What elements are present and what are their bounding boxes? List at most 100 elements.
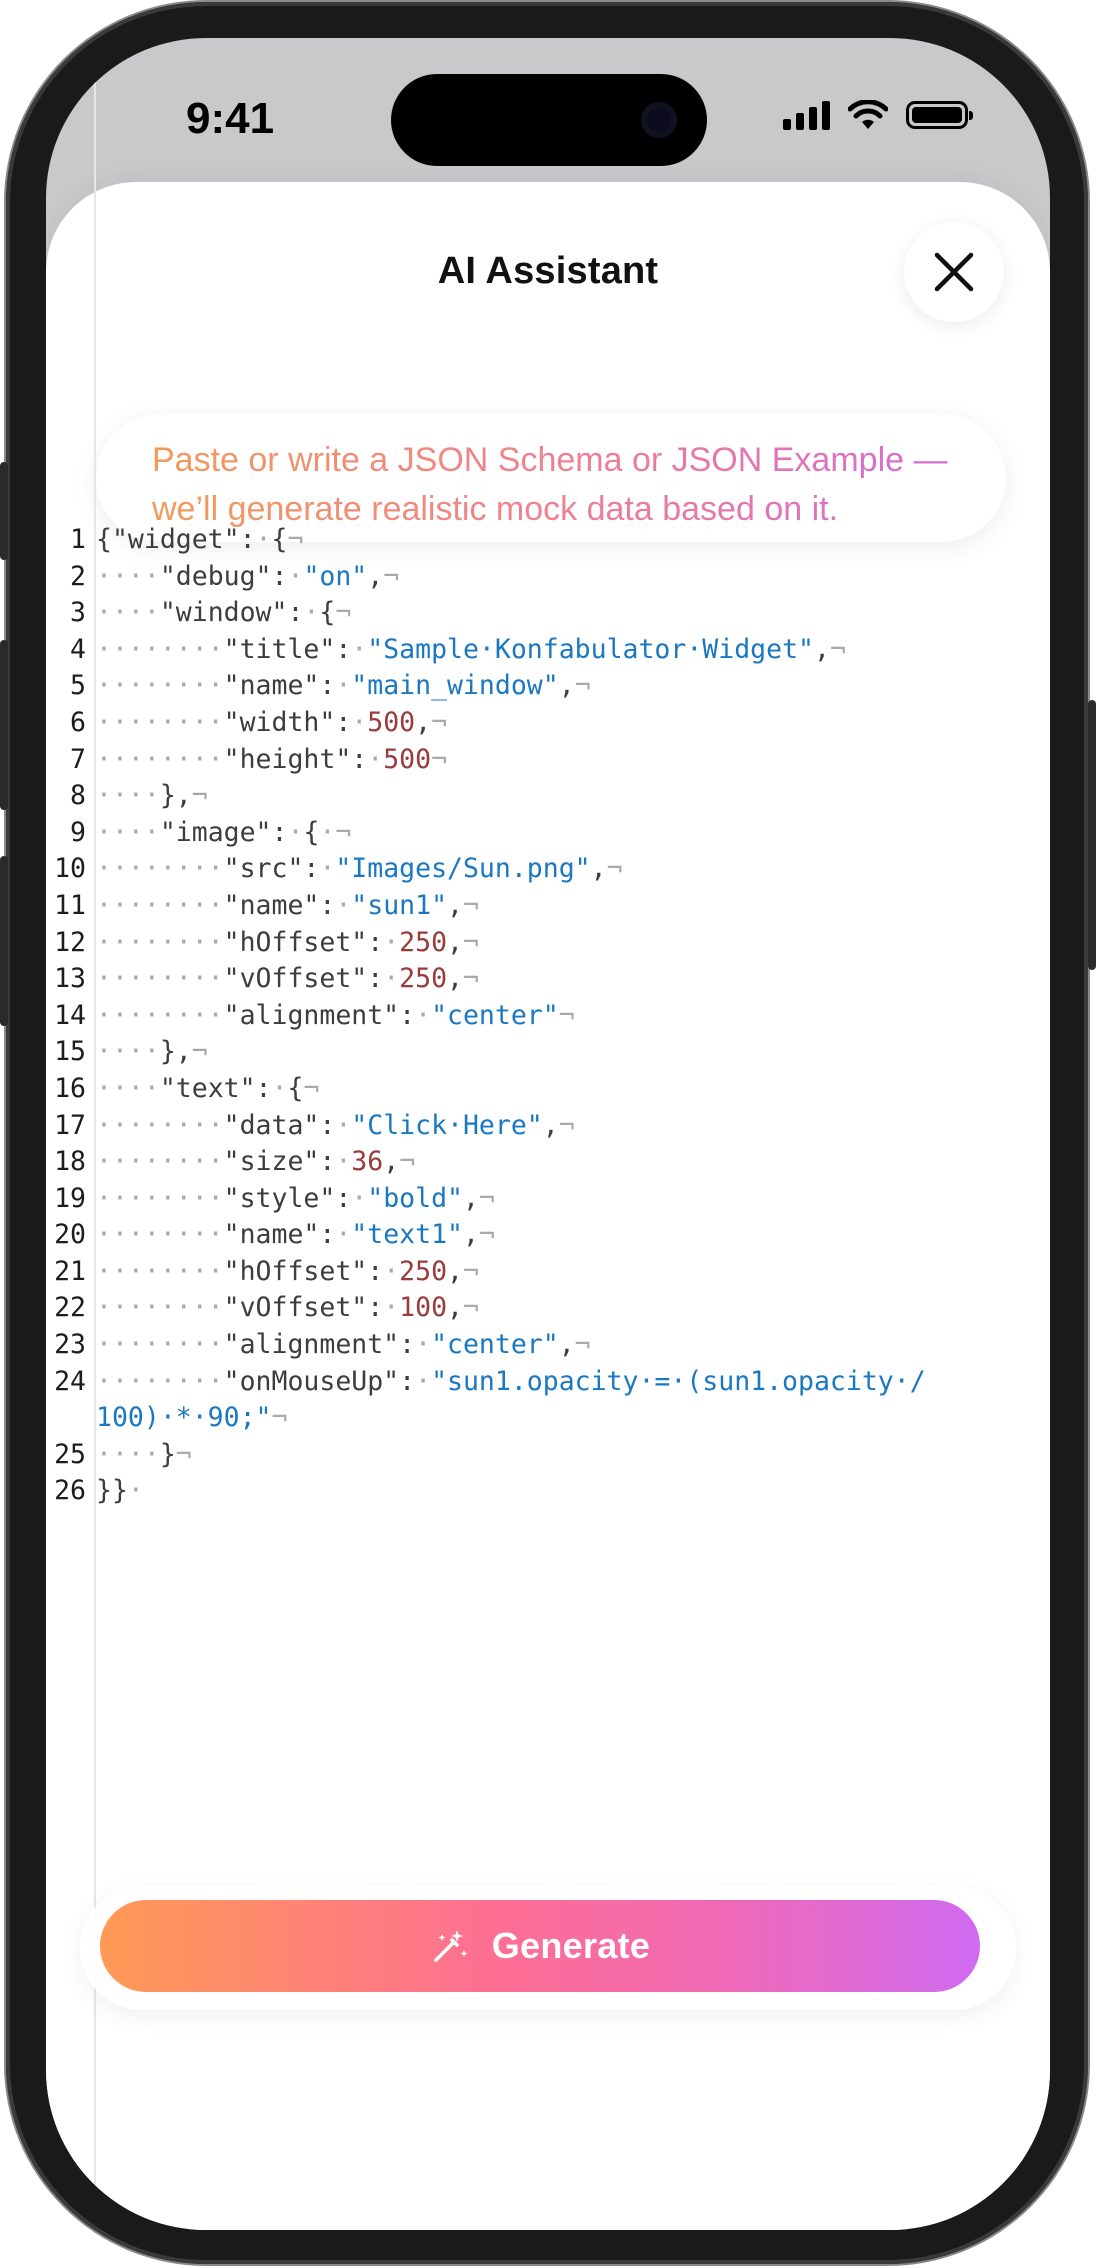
- line-number: 23: [54, 1329, 86, 1361]
- whitespace-marker: ····: [96, 597, 160, 629]
- string-token: "Sample·Konfabulator·Widget": [367, 633, 814, 665]
- code-token: "hOffset":: [223, 1255, 384, 1287]
- line-code: ········"data":·"Click·Here",¬: [96, 1108, 575, 1145]
- volume-up-button: [0, 640, 8, 810]
- line-code: ········"alignment":·"center",¬: [96, 1327, 591, 1364]
- line-number: 3: [70, 597, 86, 629]
- whitespace-marker: ·: [383, 926, 400, 958]
- code-token: ,: [462, 1219, 479, 1251]
- whitespace-marker: ········: [96, 1255, 224, 1287]
- code-editor[interactable]: 1 {"widget":·{¬ 2 ····"debug":·"on",¬ 3 ····"…: [46, 522, 1050, 1510]
- line-number: 8: [70, 780, 86, 812]
- string-token: "center": [431, 999, 559, 1031]
- whitespace-marker: ········: [96, 670, 224, 702]
- code-token: "vOffset":: [223, 1292, 384, 1324]
- string-token: "main_window": [351, 670, 559, 702]
- string-token: "sun1.opacity·=·(sun1.opacity·/: [431, 1365, 926, 1397]
- line-code: ········"vOffset":·100,¬: [96, 1290, 479, 1327]
- line-number: 24: [54, 1365, 86, 1397]
- whitespace-marker: ·: [335, 1109, 352, 1141]
- close-button[interactable]: [904, 222, 1004, 322]
- code-line: 16 ····"text":·{¬: [46, 1071, 1050, 1108]
- code-token: "text":: [159, 1072, 272, 1104]
- status-bar: 9:41: [46, 38, 1050, 188]
- code-token: ,: [447, 1292, 463, 1324]
- whitespace-marker: ·: [383, 963, 400, 995]
- code-line: 12 ········"hOffset":·250,¬: [46, 925, 1050, 962]
- code-token: "debug":: [159, 560, 288, 592]
- code-line: 4 ········"title":·"Sample·Konfabulator·W…: [46, 632, 1050, 669]
- string-token: "on": [303, 560, 368, 592]
- action-button: [0, 462, 8, 560]
- code-token: ,: [813, 633, 830, 665]
- whitespace-marker: ·: [255, 524, 272, 555]
- whitespace-marker: ········: [96, 1219, 224, 1251]
- end-of-line-marker: ¬: [478, 1219, 495, 1251]
- end-of-line-marker: ¬: [383, 560, 400, 592]
- whitespace-marker: ········: [96, 999, 224, 1031]
- end-of-line-marker: ¬: [431, 743, 448, 775]
- line-code: ····}¬: [96, 1437, 192, 1474]
- number-token: 250: [399, 1255, 448, 1287]
- end-of-line-marker: ¬: [431, 706, 448, 738]
- generate-bar: Generate: [80, 1886, 1016, 2010]
- code-token: }}: [96, 1475, 128, 1507]
- code-token: ,: [558, 670, 575, 702]
- phone-screen: 9:41 AI Assistant Paste or write a JSON …: [46, 38, 1050, 2230]
- line-code: ········"vOffset":·250,¬: [96, 961, 479, 998]
- whitespace-marker: ········: [96, 706, 224, 738]
- line-code: ········"title":·"Sample·Konfabulator·Wi…: [96, 632, 846, 669]
- string-token: "text1": [351, 1219, 463, 1251]
- close-icon: [934, 252, 974, 292]
- code-token: ,: [383, 1146, 400, 1178]
- code-token: {: [319, 597, 336, 629]
- code-token: "image":: [159, 816, 288, 848]
- end-of-line-marker: ¬: [463, 963, 479, 995]
- code-line: 26}}·: [46, 1473, 1050, 1510]
- line-code: ····},¬: [96, 1034, 208, 1071]
- code-token: {: [287, 1072, 304, 1104]
- end-of-line-marker: ¬: [606, 853, 623, 885]
- line-code: ····"text":·{¬: [96, 1071, 319, 1108]
- end-of-line-marker: ¬: [558, 1109, 575, 1141]
- end-of-line-marker: ¬: [399, 1146, 416, 1178]
- whitespace-marker: ·: [367, 743, 384, 775]
- code-token: "alignment":: [223, 999, 416, 1031]
- whitespace-marker: ········: [96, 853, 224, 885]
- code-token: {: [271, 524, 288, 555]
- code-token: "name":: [223, 889, 336, 921]
- sheet-title: AI Assistant: [437, 250, 659, 292]
- generate-label: Generate: [491, 1925, 651, 1966]
- whitespace-marker: ·: [335, 1146, 352, 1178]
- code-line: 10 ········"src":·"Images/Sun.png",¬: [46, 851, 1050, 888]
- whitespace-marker: ····: [96, 816, 160, 848]
- string-token: "center": [431, 1329, 559, 1361]
- line-code: ········"hOffset":·250,¬: [96, 1254, 479, 1291]
- line-code: ········"size":·36,¬: [96, 1144, 415, 1181]
- whitespace-marker: ········: [96, 1182, 224, 1214]
- number-token: 500: [383, 743, 432, 775]
- code-line: 23 ········"alignment":·"center",¬: [46, 1327, 1050, 1364]
- line-number: 9: [70, 816, 86, 848]
- code-line: 15 ····},¬: [46, 1034, 1050, 1071]
- whitespace-marker: ········: [96, 1329, 224, 1361]
- whitespace-marker: ·: [271, 1072, 288, 1104]
- camera-icon: [641, 102, 677, 138]
- line-number: 11: [54, 889, 86, 921]
- whitespace-marker: ····: [96, 560, 160, 592]
- string-token: "Images/Sun.png": [335, 853, 591, 885]
- line-code: ····"debug":·"on",¬: [96, 559, 399, 596]
- whitespace-marker: ········: [96, 1292, 224, 1324]
- code-token: ,: [542, 1109, 559, 1141]
- code-line: 14 ········"alignment":·"center"¬: [46, 998, 1050, 1035]
- generate-button[interactable]: Generate: [100, 1900, 980, 1992]
- number-token: 250: [399, 963, 448, 995]
- line-number: 25: [54, 1438, 86, 1470]
- code-token: "size":: [223, 1146, 336, 1178]
- line-code: ········"name":·"main_window",¬: [96, 668, 591, 705]
- end-of-line-marker: ¬: [574, 670, 591, 702]
- dynamic-island: [391, 74, 707, 166]
- line-number: 5: [70, 670, 86, 702]
- code-token: "hOffset":: [223, 926, 384, 958]
- end-of-line-marker: ¬: [478, 1182, 495, 1214]
